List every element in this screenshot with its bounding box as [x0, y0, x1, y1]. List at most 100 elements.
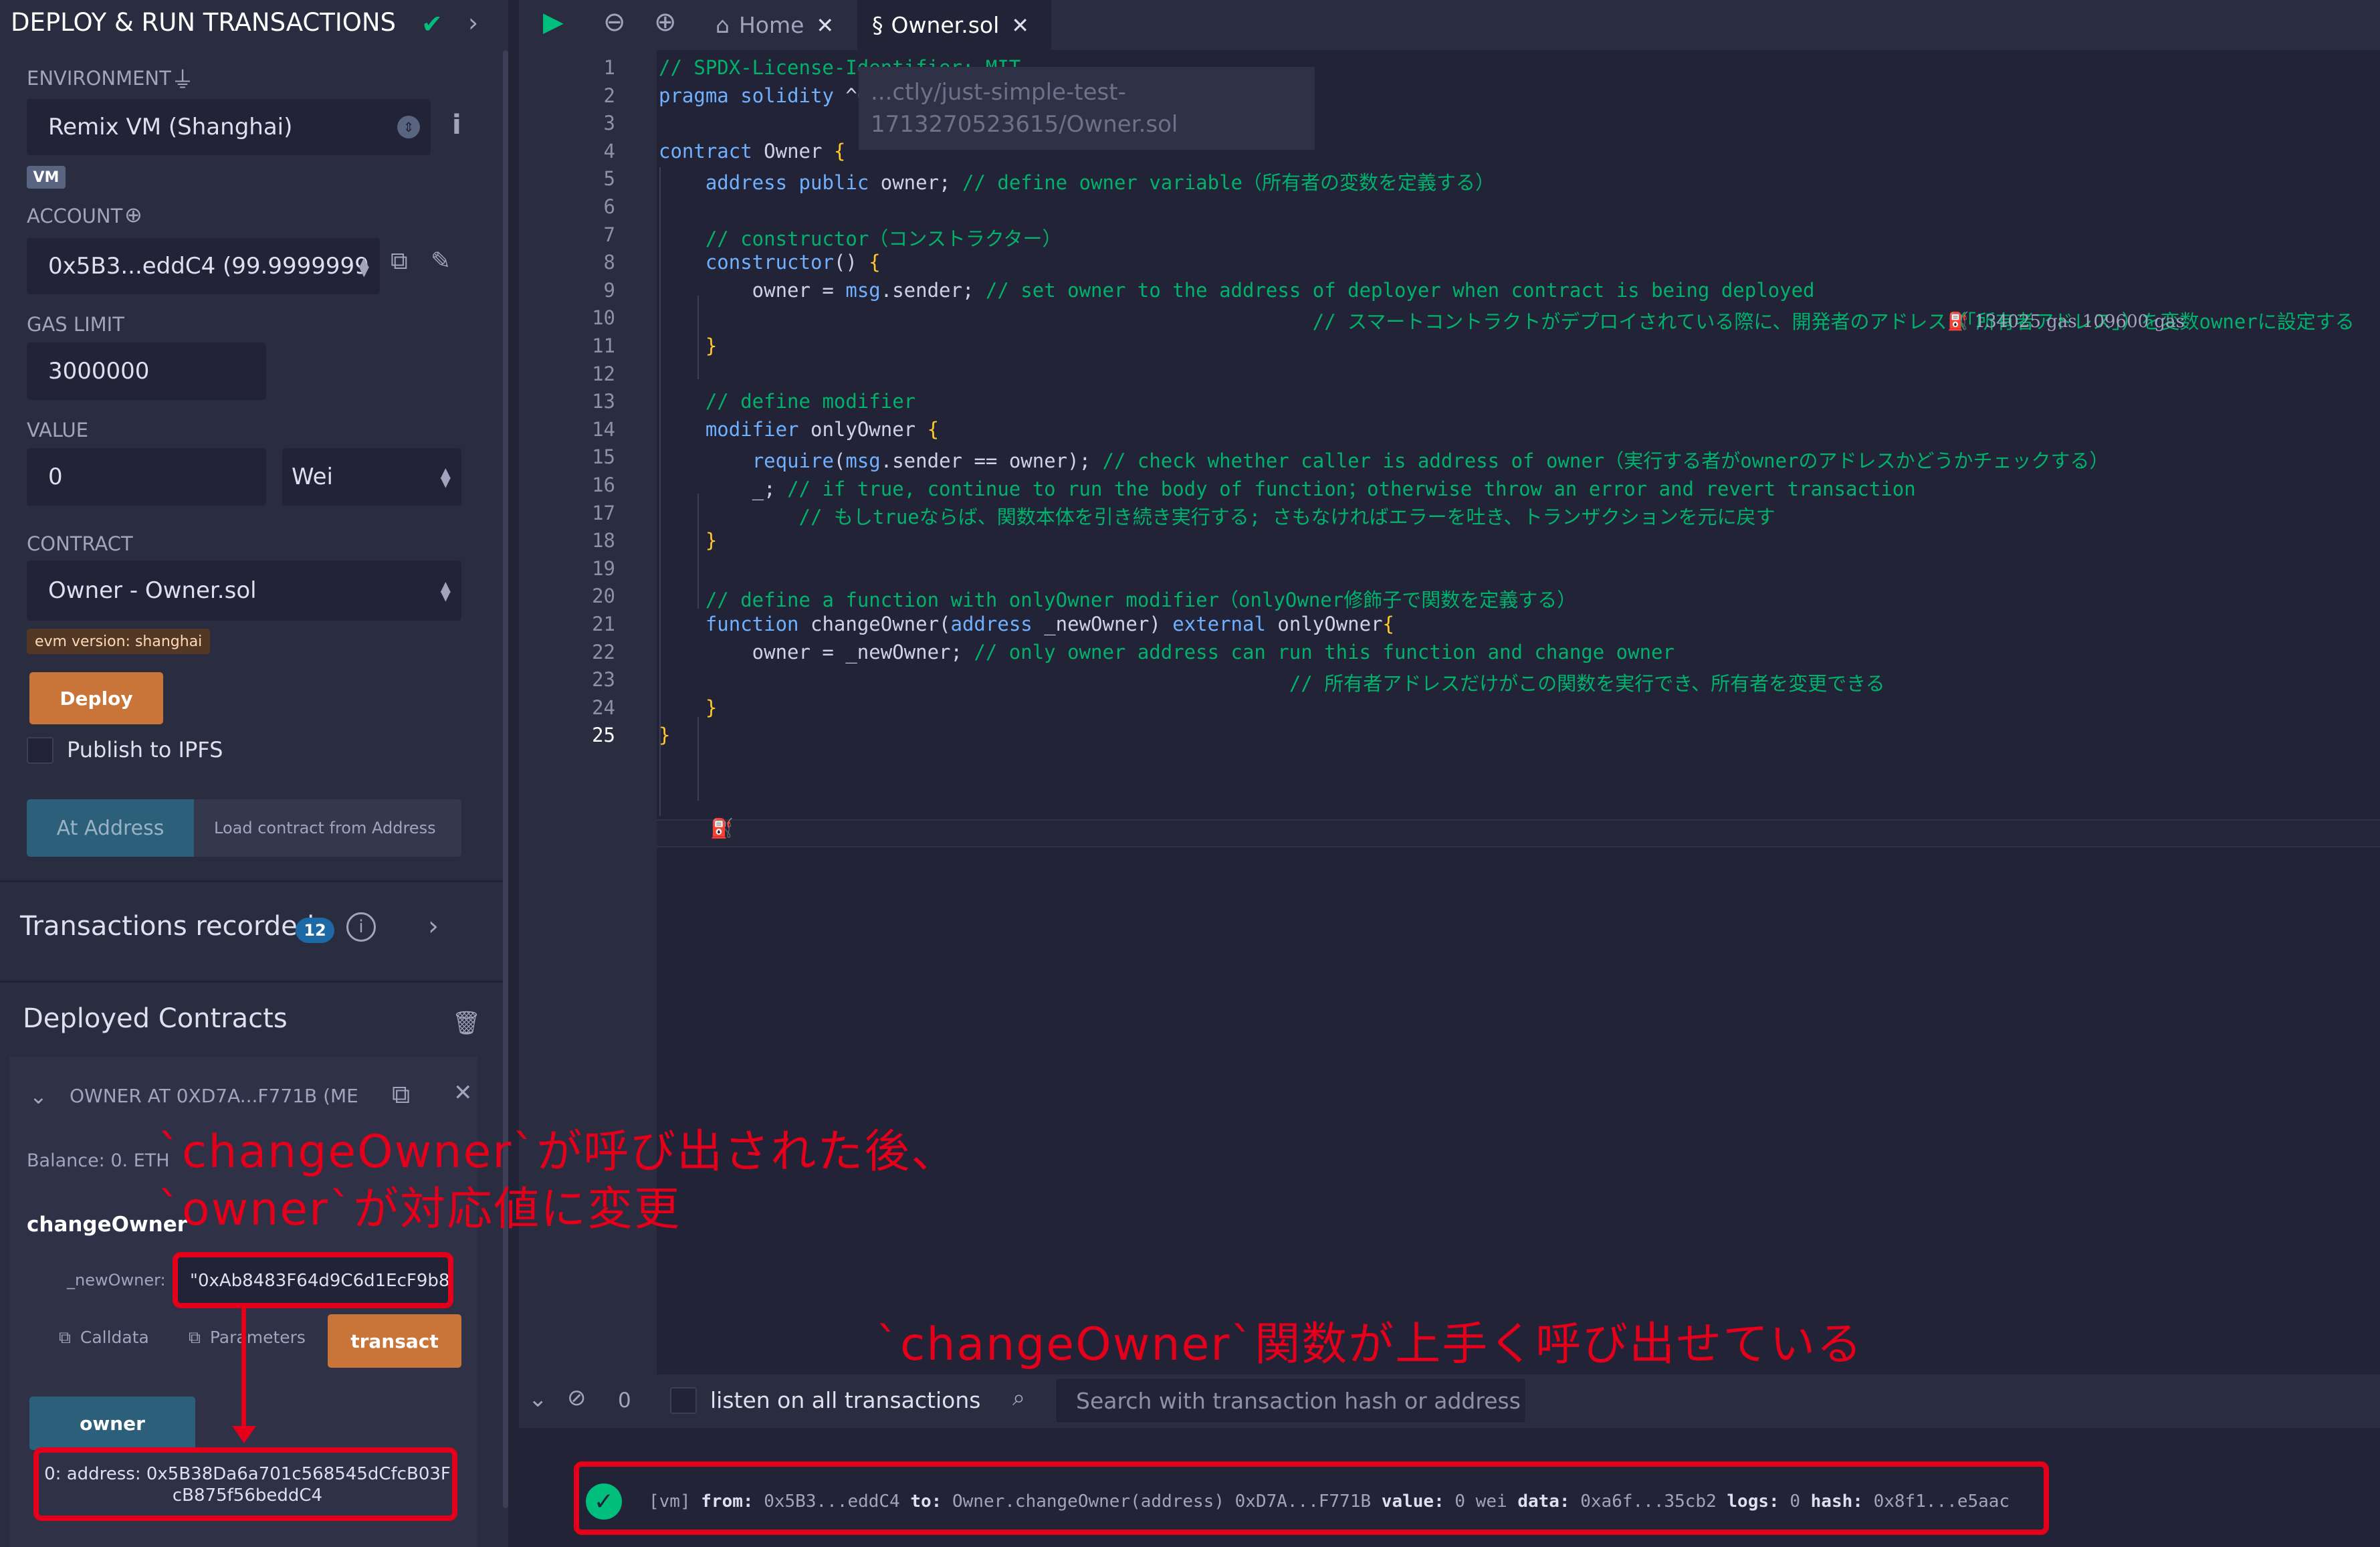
code-line[interactable]: function changeOwner(address _newOwner) … [659, 613, 1394, 635]
annotation-arrow-head [232, 1426, 256, 1443]
line-number: 25 [592, 724, 615, 747]
info-icon[interactable]: i [346, 912, 376, 942]
sidebar-scrollbar[interactable] [503, 50, 508, 1508]
divider [0, 880, 503, 882]
calldata-button[interactable]: ⧉ Calldata [59, 1328, 149, 1348]
code-line[interactable]: owner = _newOwner; // only owner address… [659, 641, 1674, 663]
gas-estimate: ⛽ 134025 gas 109600 gas [1947, 312, 2185, 332]
code-line[interactable]: require(msg.sender == owner); // check w… [659, 445, 2109, 474]
home-icon: ⌂ [716, 12, 730, 38]
calldata-label: Calldata [80, 1328, 149, 1347]
pending-count: 0 [618, 1388, 631, 1413]
vm-badge: VM [27, 166, 66, 189]
code-line[interactable]: owner = msg.sender; // set owner to the … [659, 279, 1815, 302]
line-number: 1 [603, 56, 615, 79]
code-line[interactable]: modifier onlyOwner { [659, 418, 939, 441]
line-number: 17 [592, 501, 615, 524]
search-icon: ⌕ [1012, 1384, 1026, 1411]
chevron-down-icon[interactable]: ⌄ [29, 1084, 47, 1109]
code-line[interactable]: // もしtrueならば、関数本体を引き続き実行する; さもなければエラーを吐き… [659, 502, 1775, 530]
listen-all-checkbox[interactable] [670, 1387, 697, 1414]
account-select[interactable]: 0x5B3...eddC4 (99.9999999 ▲ ▼ [27, 238, 380, 294]
file-path-tooltip: ...ctly/just-simple-test- 1713270523615/… [859, 67, 1315, 150]
line-number: 18 [592, 529, 615, 552]
select-arrows-icon: ⇕ [397, 116, 420, 138]
code-line[interactable]: // define modifier [659, 390, 915, 413]
close-icon[interactable]: ✕ [816, 13, 834, 38]
code-line[interactable]: } [659, 529, 717, 552]
contract-label: CONTRACT [27, 532, 133, 555]
trash-icon[interactable]: 🗑 [452, 1010, 481, 1037]
close-icon[interactable]: ✕ [1011, 13, 1029, 38]
run-icon[interactable]: ▶ [543, 7, 564, 37]
line-number: 16 [592, 474, 615, 496]
chevron-right-icon[interactable]: › [428, 911, 439, 942]
line-number: 23 [592, 668, 615, 692]
line-number: 8 [603, 251, 615, 274]
code-line[interactable]: // constructor（コンストラクター） [659, 223, 1062, 251]
edit-icon[interactable]: ✎ [431, 247, 451, 275]
chevron-right-icon[interactable]: › [468, 8, 478, 37]
indent-guide [659, 167, 661, 816]
line-number: 3 [603, 112, 615, 135]
instance-title[interactable]: OWNER AT 0XD7A...F771B (MEMORY) [70, 1085, 357, 1107]
at-address-button[interactable]: At Address [27, 799, 194, 857]
environment-select[interactable]: Remix VM (Shanghai) ⇕ [27, 99, 431, 155]
side-panel-header: DEPLOY & RUN TRANSACTIONS ✔ › [0, 0, 508, 50]
value-input[interactable]: 0 [27, 448, 266, 506]
plug-icon: ⏚ [171, 67, 194, 94]
line-number: 24 [592, 696, 615, 719]
copy-icon: ⧉ [189, 1328, 201, 1347]
transaction-search-input[interactable]: Search with transaction hash or address [1055, 1378, 1526, 1423]
transactions-recorded-label[interactable]: Transactions recorded [20, 911, 314, 942]
select-arrows-icon: ▲ ▼ [358, 253, 369, 279]
zoom-out-icon[interactable]: ⊖ [603, 7, 626, 37]
divider [0, 981, 503, 983]
gas-limit-input[interactable]: 3000000 [27, 342, 266, 400]
indent-guide [697, 717, 699, 801]
line-number: 6 [603, 195, 615, 218]
code-line[interactable]: } [659, 334, 717, 357]
annotation-line: `changeOwner`が呼び出された後、 [158, 1126, 958, 1178]
line-number: 4 [603, 139, 615, 163]
code-line[interactable]: _; // if true, continue to run the body … [659, 474, 1916, 502]
zoom-in-icon[interactable]: ⊕ [654, 7, 677, 37]
tab-owner-sol[interactable]: § Owner.sol ✕ [857, 0, 1051, 50]
transact-button[interactable]: transact [328, 1314, 461, 1368]
load-address-input[interactable]: Load contract from Address [194, 799, 461, 857]
contract-select[interactable]: Owner - Owner.sol ▲ ▼ [27, 560, 461, 621]
copy-icon[interactable]: ⧉ [391, 247, 408, 276]
line-number: 13 [592, 390, 615, 413]
publish-ipfs-checkbox[interactable] [27, 737, 53, 764]
value-unit-select[interactable]: Wei ▲ ▼ [282, 448, 461, 506]
code-line[interactable]: contract Owner { [659, 140, 845, 163]
environment-value: Remix VM (Shanghai) [48, 114, 293, 140]
code-line[interactable]: constructor() { [659, 251, 881, 274]
account-value: 0x5B3...eddC4 (99.9999999 [48, 253, 369, 280]
annotation-line: `owner`が対応値に変更 [158, 1183, 681, 1236]
annotation-owner-changed: `changeOwner`が呼び出された後、 `owner`が対応値に変更 [158, 1124, 958, 1239]
annotation-box-param [173, 1252, 453, 1308]
info-icon[interactable]: i [452, 110, 461, 140]
code-line[interactable]: // 所有者アドレスだけがこの関数を実行でき、所有者を変更できる [659, 668, 1885, 696]
owner-button[interactable]: owner [29, 1397, 195, 1450]
panel-title: DEPLOY & RUN TRANSACTIONS [11, 8, 397, 37]
deploy-button[interactable]: Deploy [29, 672, 163, 724]
collapse-terminal-icon[interactable]: ⌄ [528, 1386, 548, 1413]
evm-version-badge: evm version: shanghai [27, 629, 211, 654]
close-icon[interactable]: ✕ [453, 1079, 473, 1106]
param-label: _newOwner: [67, 1271, 166, 1290]
code-line[interactable]: address public owner; // define owner va… [659, 167, 1495, 195]
environment-label: ENVIRONMENT [27, 67, 171, 90]
clear-icon[interactable]: ⊘ [567, 1384, 586, 1411]
parameters-button[interactable]: ⧉ Parameters [189, 1328, 306, 1348]
code-line[interactable]: } [659, 696, 717, 719]
tab-home[interactable]: ⌂ Home ✕ [702, 0, 856, 50]
code-line[interactable]: // define a function with onlyOwner modi… [659, 585, 1576, 613]
line-number: 20 [592, 585, 615, 608]
gas-value: 134025 gas 109600 gas [1974, 312, 2185, 332]
copy-icon[interactable]: ⧉ [392, 1079, 410, 1110]
plus-circle-icon[interactable]: ⊕ [124, 202, 142, 227]
parameters-label: Parameters [209, 1328, 306, 1347]
line-number: 10 [592, 306, 615, 330]
